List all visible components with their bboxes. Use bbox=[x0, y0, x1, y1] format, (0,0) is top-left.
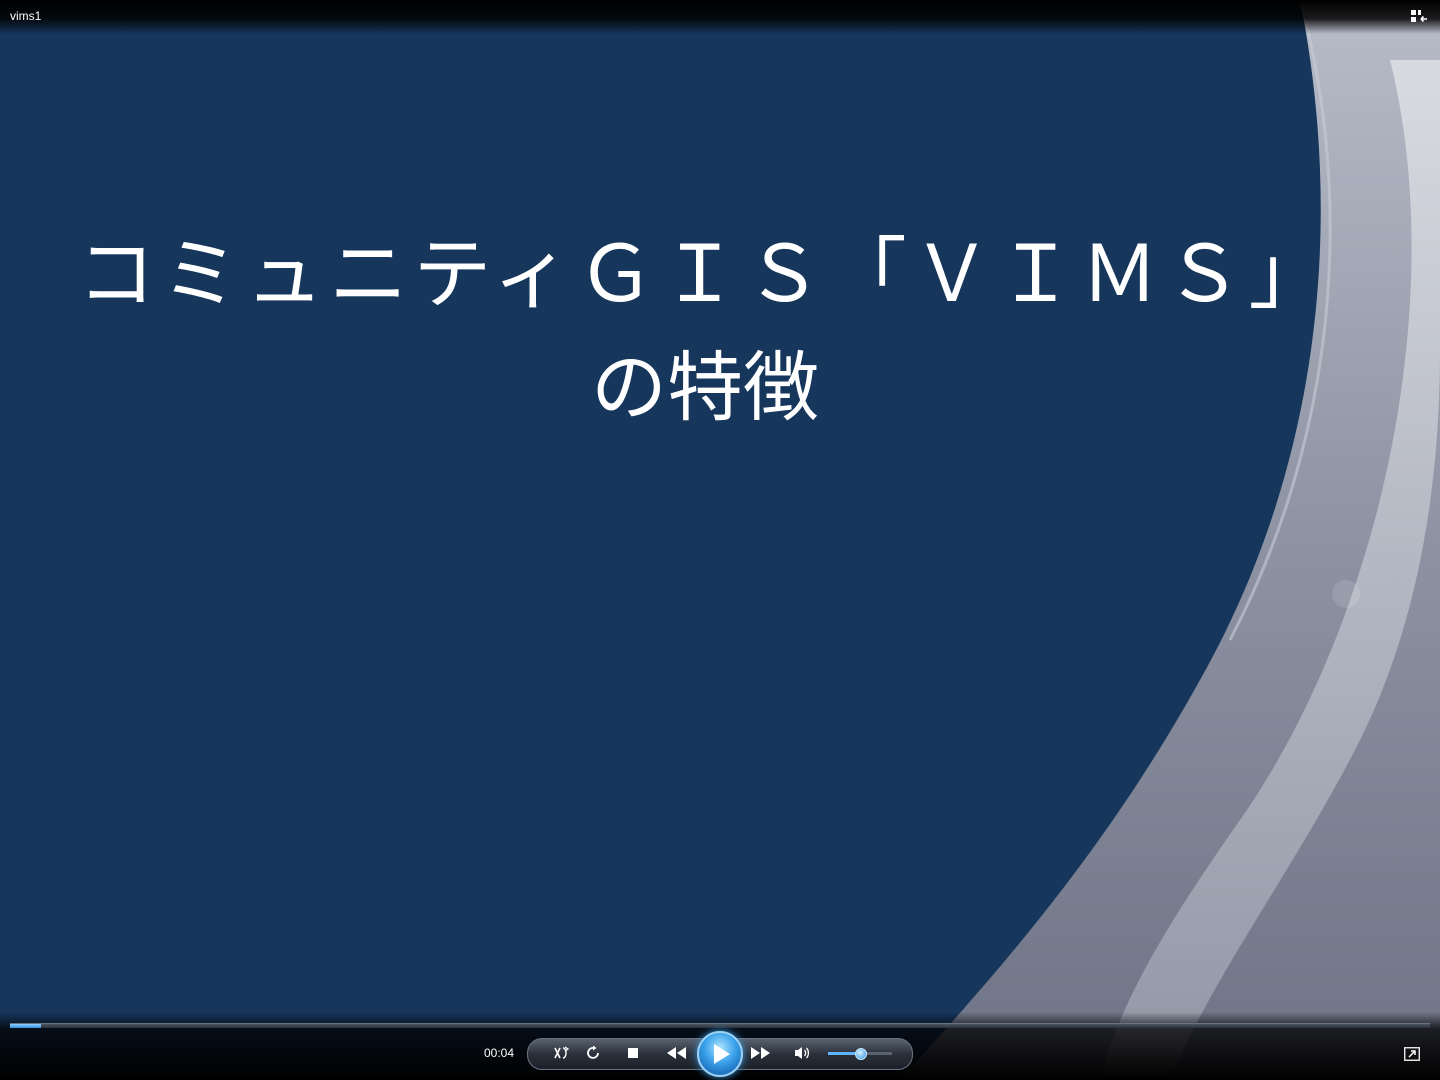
title-bar: vims1 bbox=[0, 0, 1440, 34]
repeat-icon[interactable] bbox=[585, 1045, 601, 1061]
seek-bar[interactable] bbox=[10, 1023, 1430, 1028]
play-icon bbox=[714, 1044, 730, 1064]
stop-icon[interactable] bbox=[627, 1047, 639, 1059]
fullscreen-icon[interactable] bbox=[1404, 1046, 1420, 1061]
slide-title-line2: の特徴 bbox=[591, 343, 819, 432]
slide-title-line1: コミュニティＧＩＳ「ＶＩＭＳ」 bbox=[77, 230, 1333, 320]
shuffle-icon[interactable] bbox=[553, 1045, 571, 1061]
seek-bar-progress bbox=[10, 1024, 42, 1028]
volume-thumb[interactable] bbox=[855, 1048, 867, 1060]
video-area[interactable]: コミュニティＧＩＳ「ＶＩＭＳ」 の特徴 bbox=[0, 0, 1440, 1080]
switch-to-library-icon[interactable] bbox=[1410, 8, 1428, 24]
next-icon[interactable] bbox=[749, 1046, 773, 1060]
elapsed-time: 00:04 bbox=[484, 1046, 515, 1060]
window-title: vims1 bbox=[10, 9, 42, 23]
previous-icon[interactable] bbox=[665, 1046, 689, 1060]
slide-background bbox=[0, 0, 1440, 1080]
volume-slider[interactable] bbox=[828, 1048, 892, 1060]
play-button[interactable] bbox=[697, 1031, 743, 1077]
speaker-icon[interactable] bbox=[794, 1045, 812, 1061]
